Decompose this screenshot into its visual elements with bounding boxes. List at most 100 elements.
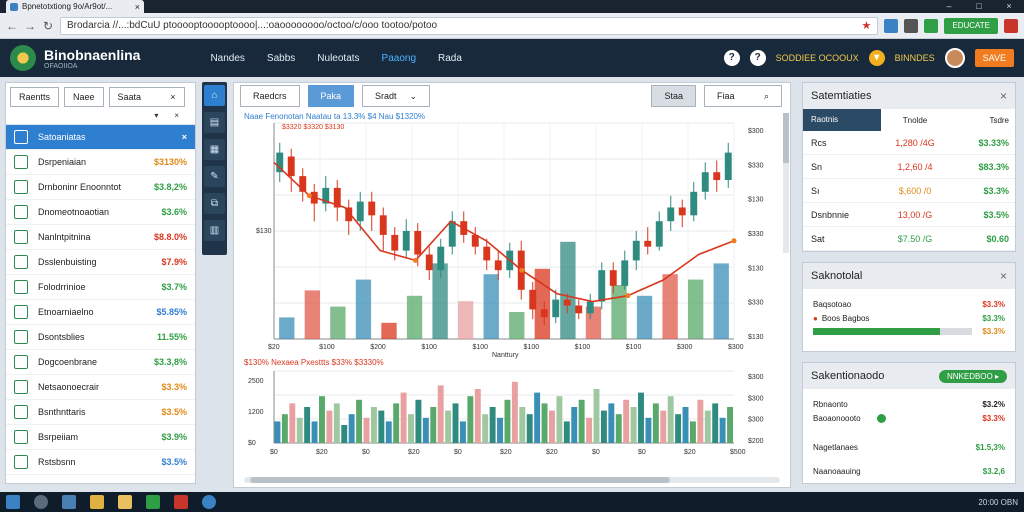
- column-header[interactable]: Raotnis: [803, 109, 881, 131]
- close-window-icon[interactable]: ×: [994, 0, 1024, 13]
- watchlist-row[interactable]: Folodrrinioe $3.7%: [6, 275, 195, 300]
- home-tool-icon[interactable]: ⌂: [204, 85, 225, 106]
- watchlist-row[interactable]: Bsrpeiiam $3.9%: [6, 425, 195, 450]
- table-row[interactable]: Dsnbnnie 13,00 /G $3.5%: [803, 203, 1015, 227]
- forward-icon[interactable]: →: [24, 19, 36, 33]
- menu-icon[interactable]: [904, 18, 919, 33]
- table-row[interactable]: Rcs 1,280 /4G $3.33%: [803, 131, 1015, 155]
- scroll-thumb[interactable]: [250, 477, 670, 483]
- search-input[interactable]: Saata ×: [108, 87, 185, 107]
- column-header[interactable]: Tsdre: [949, 116, 1009, 125]
- mover-row[interactable]: ● Boos Bagbos $3.3%: [803, 311, 1015, 325]
- mover-row[interactable]: Baqsotoao $3.3%: [803, 297, 1015, 311]
- asset-name: Rstsbsnn: [38, 457, 76, 467]
- watchlist-row[interactable]: Drnboninr Enoonntot $3.8,2%: [6, 175, 195, 200]
- tab-close-icon[interactable]: ×: [135, 2, 140, 12]
- column-header[interactable]: Tnolde: [881, 116, 949, 125]
- stats-button[interactable]: Staa: [651, 85, 696, 107]
- filter-button[interactable]: Naee: [64, 87, 104, 107]
- grid-tool-icon[interactable]: ▦: [204, 139, 225, 160]
- watchlist-row[interactable]: Dogcoenbrane $3.3,8%: [6, 350, 195, 375]
- close-icon[interactable]: ×: [1000, 89, 1007, 103]
- interval-dropdown[interactable]: Sradt ⌄: [362, 85, 431, 107]
- app-icon[interactable]: [202, 495, 216, 509]
- close-icon[interactable]: ×: [1000, 269, 1007, 283]
- vertical-scrollbar[interactable]: [783, 113, 789, 253]
- coin-label[interactable]: BINNDES: [895, 53, 935, 63]
- avatar[interactable]: [944, 48, 965, 68]
- watchlist-row[interactable]: Rstsbsnn $3.5%: [6, 450, 195, 475]
- watchlist-row[interactable]: Etnoarniaelno $5.85%: [6, 300, 195, 325]
- watchlist-row[interactable]: Dsontsblies 11.55%: [6, 325, 195, 350]
- chrome-icon[interactable]: [90, 495, 104, 509]
- folder-icon[interactable]: [118, 495, 132, 509]
- volume-bar: [458, 301, 474, 339]
- question-icon[interactable]: ?: [749, 50, 766, 66]
- chart-mode-active-button[interactable]: Paka: [307, 85, 355, 107]
- horizontal-scrollbar[interactable]: [244, 477, 780, 483]
- browser-tab[interactable]: Bpnetotxtiong 9o/Ar9ot/... ×: [6, 0, 144, 13]
- table-row[interactable]: Sn 1,2,60 /4 $83.3%: [803, 155, 1015, 179]
- order-row[interactable]: Naanoaauing $3.2,6: [803, 459, 1015, 483]
- watchlist-row[interactable]: Netsaonoecrair $3.3%: [6, 375, 195, 400]
- pen-tool-icon[interactable]: ✎: [204, 166, 225, 187]
- chart-mode-button[interactable]: Raedcrs: [240, 85, 300, 107]
- coin-icon[interactable]: ▾: [868, 50, 885, 66]
- profile-icon[interactable]: [1004, 18, 1018, 33]
- candle-body: [575, 305, 583, 314]
- start-icon[interactable]: [6, 495, 20, 509]
- bar: [556, 396, 563, 443]
- table-cell: $7.50 /G: [897, 233, 933, 244]
- watchlist-row[interactable]: Dsslenbuisting $7.9%: [6, 250, 195, 275]
- watchlist-row[interactable]: Bsnthnttaris $3.5%: [6, 400, 195, 425]
- monitor-icon[interactable]: [924, 18, 939, 33]
- search-icon[interactable]: [34, 495, 48, 509]
- candle-body: [678, 207, 686, 216]
- reload-icon[interactable]: ↻: [42, 19, 54, 33]
- order-row[interactable]: Baoaonoooto $3.3%: [803, 411, 1015, 425]
- save-button[interactable]: SAVE: [974, 49, 1014, 67]
- table-cell: 13,00 /G: [897, 209, 933, 220]
- clear-icon[interactable]: ×: [170, 92, 175, 102]
- watchlist-row[interactable]: Satoaniatas ×: [6, 125, 195, 150]
- browser-icon[interactable]: [62, 495, 76, 509]
- app-icon[interactable]: [174, 495, 188, 509]
- bar: [586, 417, 593, 443]
- order-row[interactable]: Nagetlanaes $1.5,3%: [803, 435, 1015, 459]
- x-tick-label: $0: [592, 449, 600, 456]
- minimize-icon[interactable]: –: [934, 0, 964, 13]
- help-icon[interactable]: ?: [723, 50, 740, 66]
- compare-tool-icon[interactable]: ⧉: [204, 193, 225, 214]
- back-icon[interactable]: ←: [6, 19, 18, 33]
- nav-item[interactable]: Rada: [438, 53, 462, 64]
- watchlist-row[interactable]: Dsrpeniaian $3130%: [6, 150, 195, 175]
- table-row[interactable]: Sat $7.50 /G $0.60: [803, 227, 1015, 251]
- sort-dropdown-icon[interactable]: ▾: [154, 111, 158, 124]
- table-row[interactable]: Sı $,600 /0 $3.3%: [803, 179, 1015, 203]
- extension-button[interactable]: EDUCATE: [944, 17, 998, 34]
- maximize-icon[interactable]: □: [964, 0, 994, 13]
- nav-item[interactable]: Nuleotats: [317, 53, 359, 64]
- address-bar[interactable]: Brodarcia //...:bdCuU ptooooptooooptoooo…: [60, 16, 879, 35]
- bookmark-star-icon[interactable]: ★: [861, 19, 871, 32]
- x-tick-label: $200: [370, 344, 386, 351]
- watchlist-row[interactable]: Nanlntpitnina $8.8.0%: [6, 225, 195, 250]
- chart-tool-icon[interactable]: ▤: [204, 112, 225, 133]
- app-icon[interactable]: [146, 495, 160, 509]
- chart-search-input[interactable]: Fiaa ⌕: [704, 85, 782, 107]
- status-pill-button[interactable]: NNKEDBOO ▸: [938, 369, 1007, 383]
- indicator-tool-icon[interactable]: ▥: [204, 220, 225, 241]
- watchlist-row[interactable]: Dnomeotnoaotian $3.6%: [6, 200, 195, 225]
- filter-button[interactable]: Raentts: [10, 87, 60, 107]
- chart-canvas[interactable]: Naae Fenonotan Naatau ta 13.3% $4 Nau $1…: [234, 109, 790, 477]
- sort-close-icon[interactable]: ×: [174, 111, 179, 124]
- extension-icon[interactable]: [884, 18, 899, 33]
- browser-tabstrip: Bpnetotxtiong 9o/Ar9ot/... × – □ ×: [0, 0, 1024, 13]
- order-row[interactable]: Rbnaonto $3.2%: [803, 397, 1015, 411]
- nav-item[interactable]: Nandes: [210, 53, 244, 64]
- nav-item[interactable]: Sabbs: [267, 53, 295, 64]
- x-axis-label: Nanttury: [492, 352, 519, 359]
- scroll-thumb[interactable]: [783, 113, 789, 163]
- stats-table: Rcs 1,280 /4G $3.33% Sn 1,2,60 /4 $83.3% Sı $,6…: [803, 131, 1015, 251]
- nav-item-active[interactable]: Paaong: [382, 53, 416, 64]
